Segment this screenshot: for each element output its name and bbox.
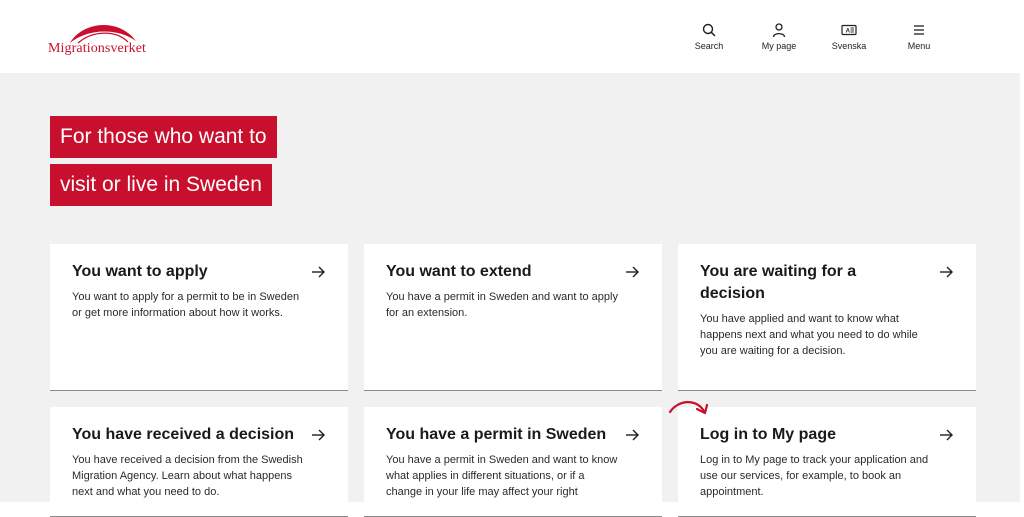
arrow-right-icon [312, 266, 325, 278]
language-label: Svenska [831, 41, 867, 51]
card-log-in-my-page[interactable]: Log in to My page Log in to My page to t… [678, 407, 976, 517]
search-label: Search [694, 41, 724, 51]
arrow-right-icon [940, 266, 953, 278]
card-received-decision[interactable]: You have received a decision You have re… [50, 407, 348, 517]
language-icon: A [841, 24, 857, 36]
svg-text:A: A [846, 29, 851, 35]
card-description: You have applied and want to know what h… [700, 313, 918, 357]
menu-label: Menu [907, 41, 931, 51]
card-title: You want to extend [386, 263, 532, 280]
arrow-right-icon [940, 429, 953, 441]
card-description: Log in to My page to track your applicat… [700, 454, 929, 498]
curved-arrow-annotation-icon [668, 401, 709, 415]
menu-button[interactable]: Menu [884, 22, 954, 51]
card-title: You have a permit in Sweden [386, 426, 607, 443]
site-header: Migrationsverket Search My page A Svensk… [0, 0, 1024, 73]
arrow-right-icon [626, 429, 639, 441]
card-description: You have a permit in Sweden and want to … [386, 291, 618, 319]
hero-heading-line-1: For those who want to [50, 116, 277, 158]
card-title: You have received a decision [72, 426, 295, 443]
search-button[interactable]: Search [674, 22, 744, 51]
card-waiting-for-decision[interactable]: You are waiting for a decision You have … [678, 244, 976, 391]
logo-link[interactable]: Migrationsverket [48, 20, 152, 60]
hamburger-icon [914, 25, 924, 35]
card-description: You have a permit in Sweden and want to … [386, 454, 618, 498]
my-page-label: My page [761, 41, 797, 51]
card-want-to-extend[interactable]: You want to extend You have a permit in … [364, 244, 662, 391]
main-content: For those who want to visit or live in S… [0, 73, 1020, 517]
card-title: You want to apply [72, 263, 208, 280]
card-description: You want to apply for a permit to be in … [72, 291, 300, 319]
search-icon [702, 23, 716, 37]
card-want-to-apply[interactable]: You want to apply You want to apply for … [50, 244, 348, 391]
logo-text: Migrationsverket [48, 41, 147, 56]
my-page-button[interactable]: My page [744, 22, 814, 51]
language-button[interactable]: A Svenska [814, 22, 884, 51]
card-title: Log in to My page [700, 426, 836, 443]
header-nav: Search My page A Svenska Menu [674, 22, 954, 51]
user-icon [772, 23, 786, 38]
card-title: You are waiting for a decision [700, 263, 857, 302]
card-have-permit[interactable]: You have a permit in Sweden You have a p… [364, 407, 662, 517]
hero-heading-line-2: visit or live in Sweden [50, 164, 272, 206]
arrow-right-icon [626, 266, 639, 278]
arrow-right-icon [312, 429, 325, 441]
card-description: You have received a decision from the Sw… [72, 454, 303, 498]
